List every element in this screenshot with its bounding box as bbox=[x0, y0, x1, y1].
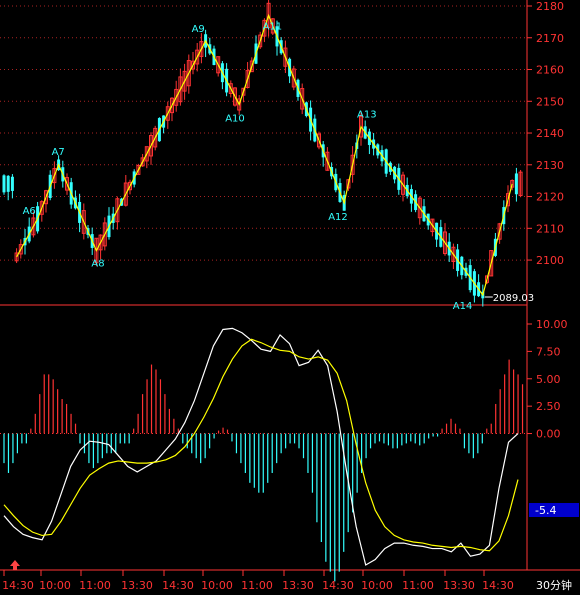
macd-dea-line bbox=[3, 338, 519, 552]
time-label: 10:00 bbox=[201, 579, 233, 592]
wave-label-a6: A6 bbox=[23, 206, 36, 217]
candles bbox=[2, 0, 523, 307]
wave-zigzag-line bbox=[16, 13, 513, 297]
macd-dif-line bbox=[3, 327, 519, 566]
time-label: 10:00 bbox=[361, 579, 393, 592]
time-label: 13:30 bbox=[282, 579, 314, 592]
chart-stage: 2100 2110 2120 2130 2140 2150 2160 2170 2180 A6 A7… bbox=[0, 0, 580, 595]
wave-label-a10: A10 bbox=[225, 113, 245, 124]
price-tick-label: 2100 bbox=[536, 254, 564, 267]
wave-label-a11: A11 bbox=[263, 22, 283, 33]
candle-body bbox=[514, 173, 518, 195]
wave-label-a13: A13 bbox=[357, 110, 377, 121]
price-tick-label: 2170 bbox=[536, 32, 564, 45]
stock-chart: 2100 2110 2120 2130 2140 2150 2160 2170 2180 A6 A7… bbox=[0, 0, 580, 592]
period-label[interactable]: 30分钟 bbox=[536, 577, 572, 593]
candle-body bbox=[6, 175, 10, 192]
macd-current-value: -5.4 bbox=[535, 504, 556, 517]
macd-tick-label: 0.00 bbox=[536, 428, 561, 441]
time-label: 13:30 bbox=[443, 579, 475, 592]
macd-tick-label: 7.50 bbox=[536, 345, 561, 358]
time-label: 11:00 bbox=[241, 579, 273, 592]
time-label: 11:00 bbox=[402, 579, 434, 592]
price-tick-label: 2110 bbox=[536, 222, 564, 235]
macd-tick-label: 2.50 bbox=[536, 400, 561, 413]
macd-histogram bbox=[3, 359, 524, 582]
low-price-annotation: 2089.03 bbox=[493, 293, 534, 304]
buy-signal-arrow-icon bbox=[10, 560, 20, 570]
candle-body bbox=[2, 175, 6, 193]
time-label: 10:00 bbox=[39, 579, 71, 592]
time-label: 13:30 bbox=[121, 579, 153, 592]
candle-body bbox=[10, 176, 14, 191]
price-tick-label: 2180 bbox=[536, 0, 564, 13]
price-tick-label: 2160 bbox=[536, 64, 564, 77]
time-label: 14:30 bbox=[162, 579, 194, 592]
wave-label-a9: A9 bbox=[192, 24, 205, 35]
time-label: 14:30 bbox=[2, 579, 34, 592]
wave-label-a14: A14 bbox=[453, 301, 473, 312]
wave-label-a12: A12 bbox=[328, 212, 348, 223]
price-tick-label: 2130 bbox=[536, 159, 564, 172]
time-label: 11:00 bbox=[79, 579, 111, 592]
wave-label-a8: A8 bbox=[91, 259, 104, 270]
price-tick-label: 2140 bbox=[536, 127, 564, 140]
wave-label-a7: A7 bbox=[52, 147, 65, 158]
time-label: 14:30 bbox=[322, 579, 354, 592]
macd-tick-label: 5.00 bbox=[536, 373, 561, 386]
macd-tick-label: 10.00 bbox=[536, 318, 568, 331]
price-tick-label: 2150 bbox=[536, 95, 564, 108]
price-tick-label: 2120 bbox=[536, 191, 564, 204]
time-label: 14:30 bbox=[482, 579, 514, 592]
